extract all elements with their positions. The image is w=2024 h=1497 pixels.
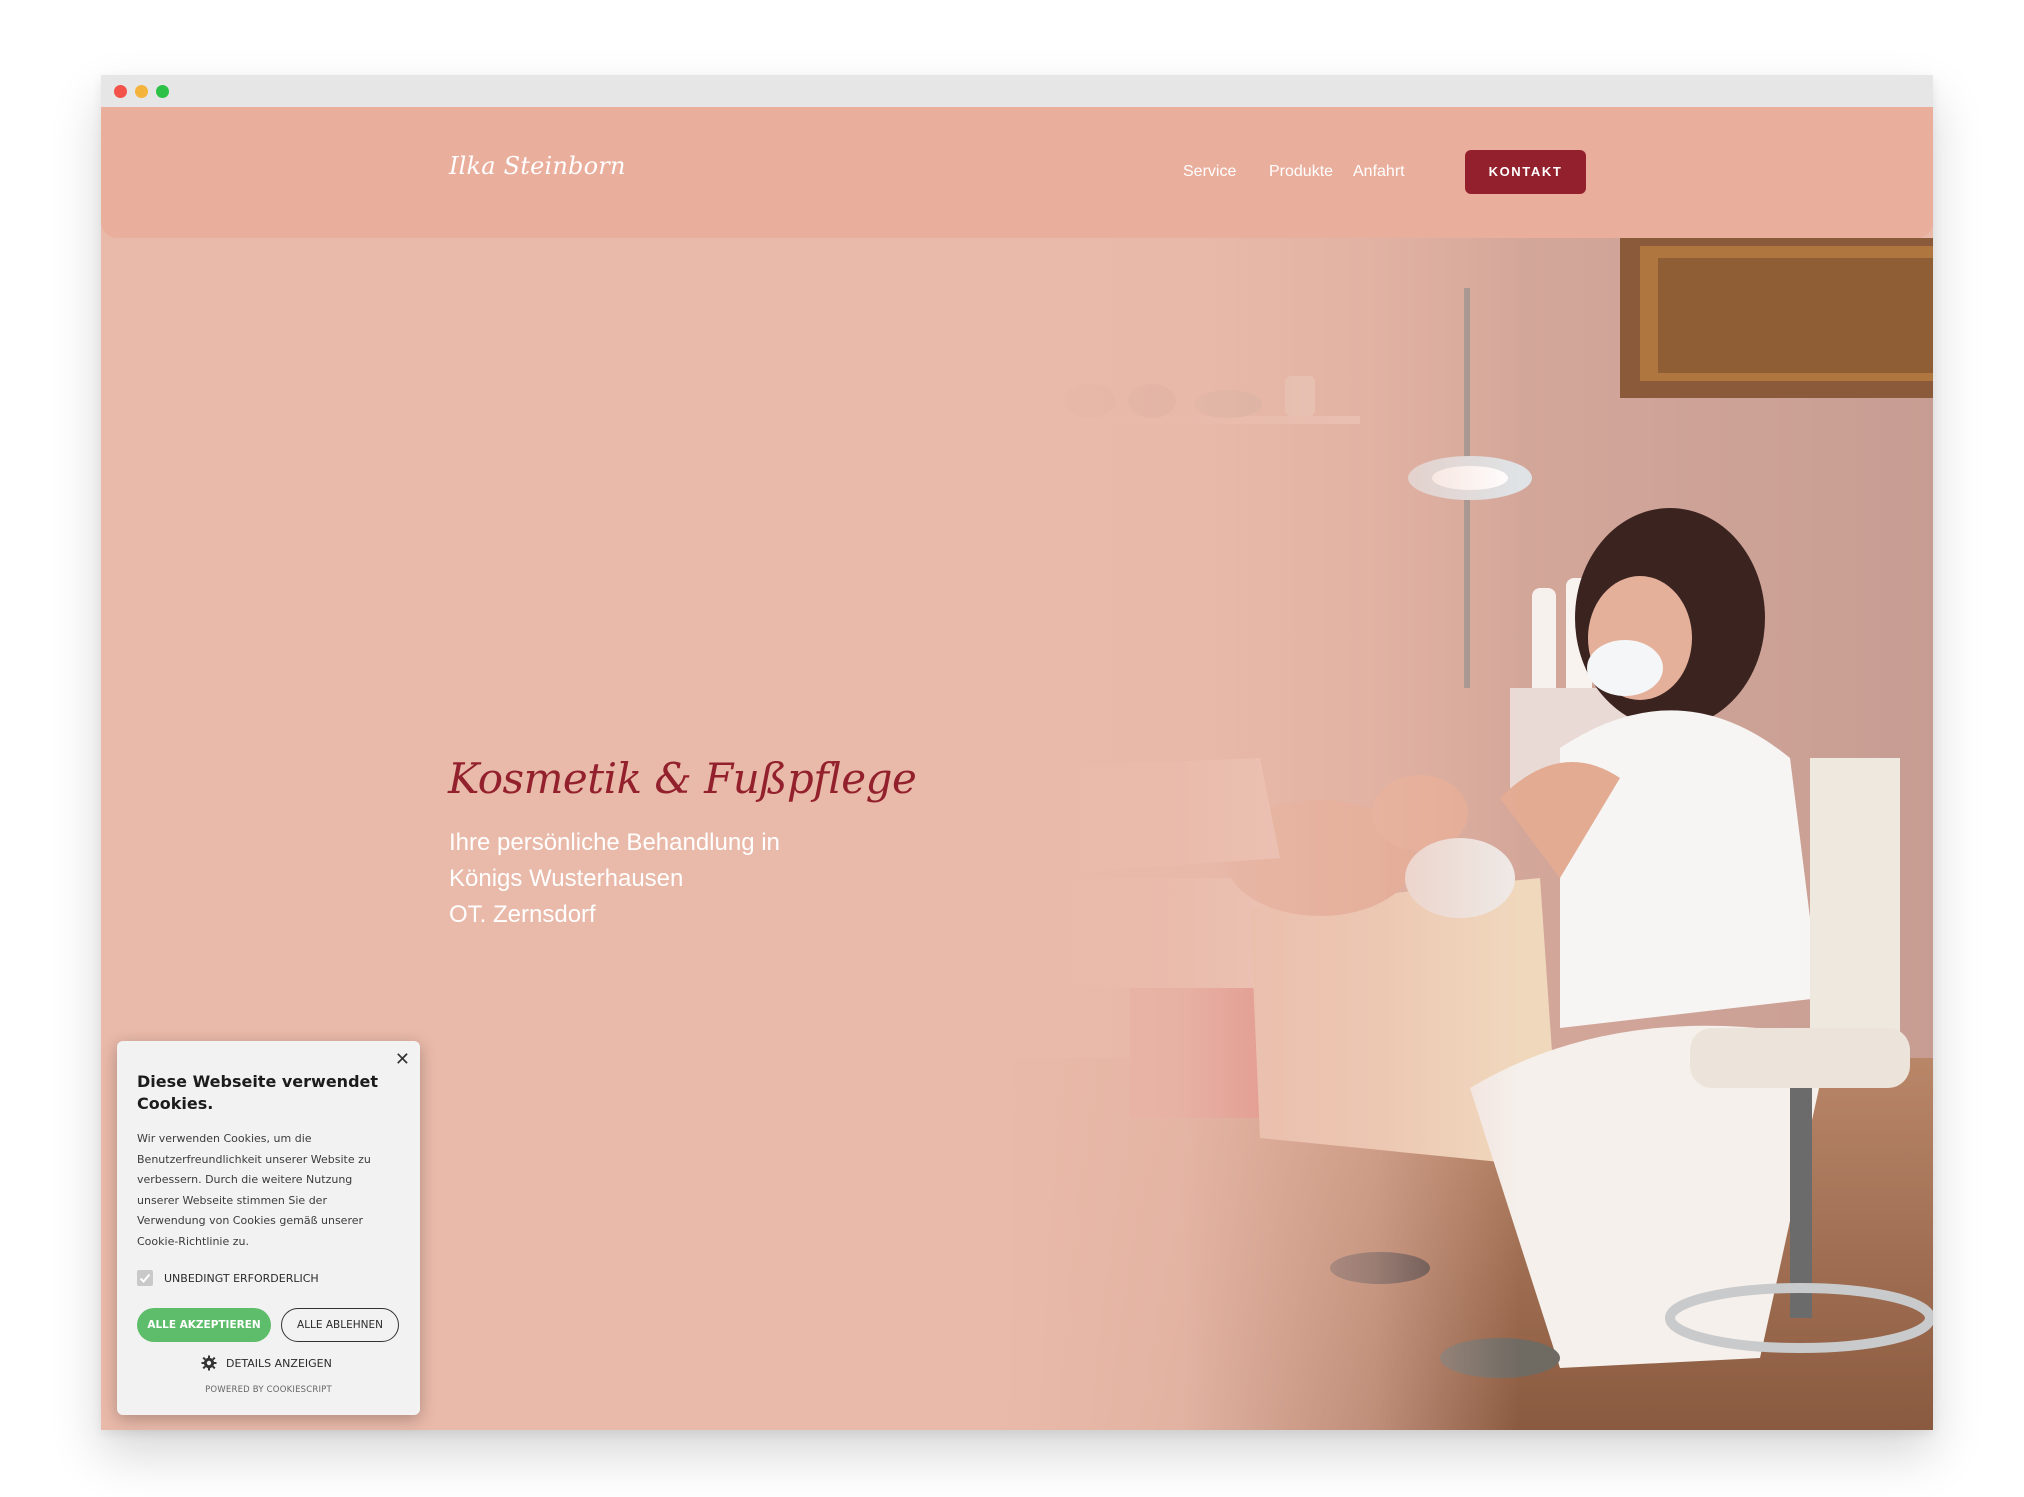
kontakt-button[interactable]: KONTAKT [1465,150,1586,194]
window-titlebar [101,75,1933,107]
cookie-description: Wir verwenden Cookies, um die Benutzerfr… [137,1132,371,1248]
maximize-window-icon[interactable] [156,85,169,98]
accept-all-button[interactable]: ALLE AKZEPTIEREN [137,1308,271,1342]
minimize-window-icon[interactable] [135,85,148,98]
hero-subline-1: Ihre persönliche Behandlung in [449,829,780,856]
hero-gradient-overlay [1000,238,1520,1430]
close-icon[interactable]: ✕ [395,1049,410,1070]
hero-subline-2: Königs Wusterhausen [449,865,684,892]
close-window-icon[interactable] [114,85,127,98]
checkmark-icon [139,1273,151,1283]
cookie-title: Diese Webseite verwendet Cookies. [137,1072,379,1113]
necessary-cookies-checkbox[interactable] [137,1270,153,1286]
show-details-link[interactable]: DETAILS ANZEIGEN [226,1357,332,1370]
site-header: Ilka Steinborn Service Produkte Anfahrt … [101,107,1933,238]
nav-produkte[interactable]: Produkte [1269,163,1333,181]
powered-by-text[interactable]: POWERED BY COOKIESCRIPT [117,1385,420,1395]
hero-headline: Kosmetik & Fußpflege [448,754,917,803]
necessary-cookies-label: UNBEDINGT ERFORDERLICH [164,1272,319,1285]
cookie-banner: ✕ Diese Webseite verwendet Cookies. Wir … [117,1041,420,1415]
decline-all-button[interactable]: ALLE ABLEHNEN [281,1308,399,1342]
nav-anfahrt[interactable]: Anfahrt [1353,163,1405,181]
hero-subline-3: OT. Zernsdorf [449,901,596,928]
site-logo[interactable]: Ilka Steinborn [449,152,626,180]
nav-service[interactable]: Service [1183,163,1236,181]
gear-icon [201,1355,217,1371]
